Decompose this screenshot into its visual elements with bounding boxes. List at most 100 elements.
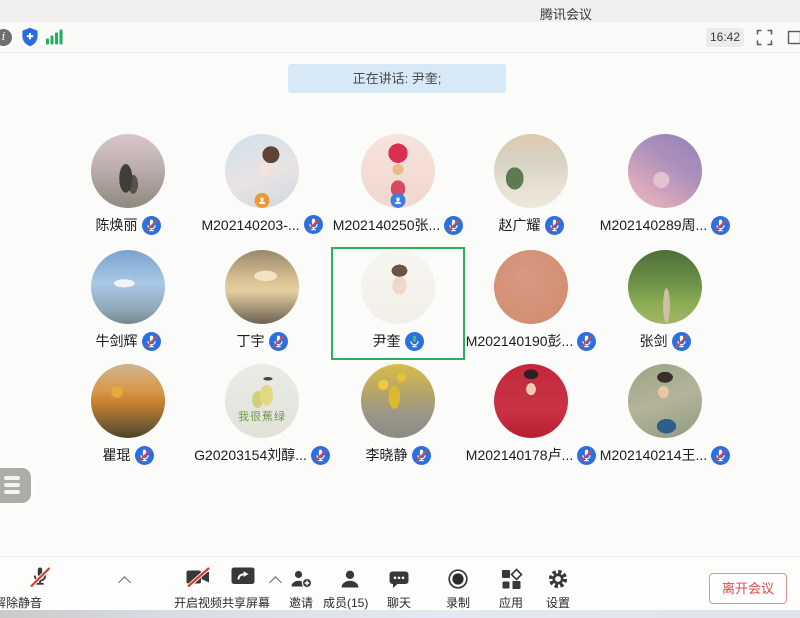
mic-muted-icon (142, 216, 161, 235)
participant-tile[interactable]: 陈焕丽 (61, 131, 195, 244)
participant-name: M202140203-... (201, 217, 299, 233)
participant-name: 赵广耀 (499, 215, 541, 235)
bottom-toolbar: 解除静音 开启视频 共享屏幕 邀请 成员 (0, 556, 800, 611)
participant-tile[interactable]: 牛剑辉 (61, 247, 195, 360)
share-screen-label[interactable]: 共享屏幕 (222, 594, 270, 611)
participant-name: M202140214王... (600, 445, 707, 465)
avatar-banana-cartoon: 我很蕉绿 (225, 364, 299, 438)
mic-muted-icon (577, 446, 596, 465)
participant-name: G20203154刘醇... (194, 445, 307, 465)
avatar-woman-glasses (628, 364, 702, 438)
mic-muted-icon (711, 446, 730, 465)
window-title: 腾讯会议 (540, 4, 592, 23)
avatar-plain-salmon (494, 250, 568, 324)
apps-button[interactable] (499, 567, 523, 591)
unmute-label[interactable]: 解除静音 (0, 594, 42, 611)
mic-muted-icon (304, 215, 323, 234)
members-person-icon (338, 567, 362, 591)
mic-muted-icon (577, 332, 596, 351)
mic-muted-icon (672, 332, 691, 351)
participant-name: 瞿琨 (103, 445, 131, 465)
window-bottom-edge (0, 610, 800, 618)
participant-tile[interactable]: M202140250张... (331, 131, 465, 244)
avatar-baby-sketch (361, 250, 435, 324)
participant-tile-active-speaker[interactable]: 尹奎 (331, 247, 465, 360)
unmute-button[interactable] (27, 564, 53, 590)
participant-tile[interactable]: 张剑 (598, 247, 732, 360)
layout-panel-handle[interactable] (0, 468, 31, 503)
start-video-label[interactable]: 开启视频 (174, 594, 222, 611)
share-screen-icon (230, 565, 256, 589)
meeting-duration: 16:42 (706, 28, 744, 47)
participant-tile[interactable]: 我很蕉绿 G20203154刘醇... (195, 361, 329, 474)
participant-tile[interactable]: 瞿琨 (61, 361, 195, 474)
share-screen-button[interactable] (230, 565, 256, 589)
invite-button[interactable] (289, 567, 313, 591)
invite-person-icon (289, 567, 313, 591)
participant-name: M202140190彭... (466, 331, 573, 351)
settings-label[interactable]: 设置 (546, 594, 570, 611)
participant-tile[interactable]: 丁宇 (195, 247, 329, 360)
participant-tile[interactable]: M202140289周... (598, 131, 732, 244)
participant-name: 陈焕丽 (96, 215, 138, 235)
fullscreen-icon[interactable] (756, 29, 773, 46)
participant-tile[interactable]: M202140190彭... (464, 247, 598, 360)
record-circle-icon (446, 567, 470, 591)
speaking-indicator-banner: 正在讲话: 尹奎; (288, 64, 506, 93)
participant-name: 张剑 (640, 331, 668, 351)
mic-muted-icon (711, 216, 730, 235)
apps-label[interactable]: 应用 (499, 594, 523, 611)
mic-slash-icon (27, 564, 53, 590)
window-titlebar: 腾讯会议 (0, 0, 800, 22)
mic-options-chevron[interactable] (118, 576, 131, 589)
avatar-blue-sky-clouds (91, 250, 165, 324)
participant-name: 尹奎 (373, 331, 401, 351)
members-label[interactable]: 成员(15) (323, 594, 368, 611)
avatar-autumn-trees (91, 364, 165, 438)
participant-name: 李晓静 (366, 445, 408, 465)
invite-label[interactable]: 邀请 (289, 594, 313, 611)
record-button[interactable] (446, 567, 470, 591)
gear-icon (546, 567, 570, 591)
participant-name: M202140289周... (600, 215, 707, 235)
mic-muted-icon (269, 332, 288, 351)
chat-bubble-icon (387, 567, 411, 591)
members-button[interactable] (338, 567, 362, 591)
settings-button[interactable] (546, 567, 570, 591)
chat-button[interactable] (387, 567, 411, 591)
avatar-cartoon-chopper (361, 134, 435, 208)
avatar-yellow-flowers (361, 364, 435, 438)
meeting-info-icon[interactable]: i (0, 29, 12, 46)
network-signal-icon[interactable] (45, 28, 63, 46)
share-options-chevron[interactable] (269, 576, 282, 589)
start-video-button[interactable] (184, 564, 212, 590)
leave-meeting-button[interactable]: 离开会议 (709, 573, 787, 604)
host-badge (255, 193, 270, 208)
camera-slash-icon (184, 564, 212, 590)
participant-tile[interactable]: M202140214王... (598, 361, 732, 474)
mic-muted-icon (545, 216, 564, 235)
maximize-icon[interactable] (787, 30, 800, 45)
record-label[interactable]: 录制 (446, 594, 470, 611)
participant-tile[interactable]: 李晓静 (331, 361, 465, 474)
mic-muted-icon (412, 446, 431, 465)
mic-muted-icon (135, 446, 154, 465)
participant-name: M202140250张... (333, 215, 440, 235)
participant-tile[interactable]: M202140178卢... (464, 361, 598, 474)
mic-speaking-icon (405, 332, 424, 351)
security-shield-icon[interactable] (21, 27, 39, 47)
cohost-badge (391, 193, 406, 208)
meeting-control-bar: i 16:42 (0, 22, 800, 53)
mic-muted-icon (444, 216, 463, 235)
participant-tile[interactable]: M202140203-... (195, 131, 329, 244)
apps-grid-icon (499, 567, 523, 591)
participant-name: 丁宇 (237, 331, 265, 351)
avatar-golden-clouds (225, 250, 299, 324)
avatar-park-path (628, 250, 702, 324)
participant-tile[interactable]: 赵广耀 (464, 131, 598, 244)
mic-muted-icon (311, 446, 330, 465)
avatar-beach-photo (91, 134, 165, 208)
participant-name: M202140178卢... (466, 445, 573, 465)
avatar-anime-girl (225, 134, 299, 208)
chat-label[interactable]: 聊天 (387, 594, 411, 611)
